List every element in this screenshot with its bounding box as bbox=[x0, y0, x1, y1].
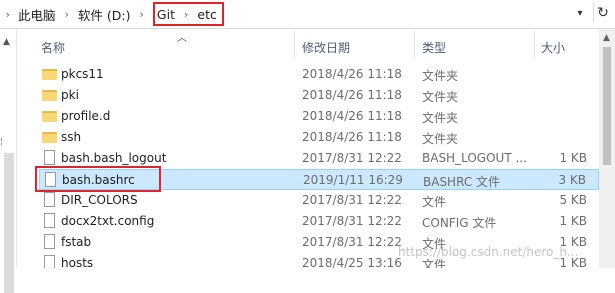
folder-icon bbox=[42, 111, 57, 122]
file-type: 文件夹 bbox=[422, 69, 459, 83]
nav-scrollbar-thumb[interactable] bbox=[4, 153, 14, 293]
folder-icon bbox=[42, 69, 57, 80]
breadcrumb-separator-icon[interactable]: › bbox=[65, 8, 69, 21]
file-type: 文件夹 bbox=[422, 132, 459, 146]
file-modified: 2018/4/26 11:18 bbox=[302, 130, 402, 144]
file-size: 1 KB bbox=[559, 256, 587, 268]
file-modified: 2018/4/26 11:18 bbox=[302, 109, 402, 123]
file-name: profile.d bbox=[61, 109, 111, 123]
breadcrumb-item-etc[interactable]: etc bbox=[197, 7, 216, 22]
column-header: ︿ 名称 修改日期 类型 大小 bbox=[17, 29, 599, 61]
file-icon bbox=[44, 213, 55, 228]
file-type: BASHRC 文件 bbox=[423, 175, 501, 189]
file-modified: 2017/8/31 12:22 bbox=[302, 193, 402, 207]
file-row[interactable]: bash.bash_logout 2017/8/31 12:22 BASH_LO… bbox=[39, 148, 599, 169]
file-type: BASH_LOGOUT ... bbox=[422, 151, 527, 165]
column-divider[interactable] bbox=[294, 31, 295, 59]
file-modified: 2018/4/26 11:18 bbox=[302, 88, 402, 102]
file-size: 3 KB bbox=[558, 173, 586, 187]
nav-pin-icon: ¦ bbox=[0, 137, 4, 147]
breadcrumb: › 此电脑 › 软件 (D:) › Git › etc bbox=[0, 0, 224, 28]
folder-icon bbox=[42, 90, 57, 101]
column-modified-header[interactable]: 修改日期 bbox=[302, 39, 350, 56]
breadcrumb-overflow-chevron-icon[interactable]: › bbox=[0, 8, 10, 21]
file-row[interactable]: ssh 2018/4/26 11:18 文件夹 bbox=[39, 127, 599, 148]
breadcrumb-separator-icon[interactable]: › bbox=[184, 8, 188, 21]
scroll-up-icon[interactable]: ▲ bbox=[603, 33, 610, 43]
column-divider[interactable] bbox=[534, 31, 535, 59]
file-size: 1 KB bbox=[559, 235, 587, 249]
sort-ascending-icon: ︿ bbox=[177, 33, 187, 44]
file-size: 5 KB bbox=[559, 193, 587, 207]
breadcrumb-item-git[interactable]: Git bbox=[157, 7, 175, 22]
refresh-icon[interactable]: ↻ bbox=[593, 4, 612, 22]
file-modified: 2017/8/31 12:22 bbox=[302, 235, 402, 249]
file-row[interactable]: DIR_COLORS 2017/8/31 12:22 文件 5 KB bbox=[39, 190, 599, 211]
file-type: 文件 bbox=[422, 195, 447, 209]
folder-icon bbox=[42, 132, 57, 143]
file-name: pki bbox=[61, 88, 79, 102]
file-modified: 2019/1/11 16:29 bbox=[303, 173, 403, 187]
file-name: docx2txt.config bbox=[61, 214, 155, 228]
file-size: 1 KB bbox=[559, 151, 587, 165]
file-list: pkcs11 2018/4/26 11:18 文件夹 pki 2018/4/26… bbox=[17, 61, 599, 268]
file-row-selected[interactable]: bash.bashrc 2019/1/11 16:29 BASHRC 文件 3 … bbox=[39, 169, 599, 190]
column-divider[interactable] bbox=[414, 31, 415, 59]
file-icon bbox=[44, 234, 55, 249]
file-name: pkcs11 bbox=[61, 67, 104, 81]
address-history-chevron-down-icon[interactable]: ▾ bbox=[573, 6, 587, 22]
file-type: 文件 bbox=[422, 258, 447, 268]
file-name: bash.bashrc bbox=[62, 173, 135, 187]
file-type: 文件夹 bbox=[422, 111, 459, 125]
file-modified: 2018/4/25 13:16 bbox=[302, 256, 402, 268]
breadcrumb-item-this-pc[interactable]: 此电脑 bbox=[18, 5, 56, 24]
column-type-header[interactable]: 类型 bbox=[422, 39, 446, 56]
file-icon bbox=[45, 172, 56, 187]
vertical-scrollbar[interactable]: ▲ bbox=[599, 29, 615, 268]
file-modified: 2017/8/31 12:22 bbox=[302, 151, 402, 165]
column-size-header[interactable]: 大小 bbox=[541, 39, 565, 56]
nav-scroll-up-icon[interactable]: ▲ bbox=[3, 37, 10, 47]
file-type: CONFIG 文件 bbox=[422, 216, 497, 230]
file-name: hosts bbox=[61, 256, 94, 268]
column-name-header[interactable]: 名称 bbox=[41, 39, 65, 56]
file-icon bbox=[44, 150, 55, 165]
file-type: 文件 bbox=[422, 237, 447, 251]
file-modified: 2018/4/26 11:18 bbox=[302, 67, 402, 81]
file-name: ssh bbox=[61, 130, 82, 144]
file-row[interactable]: profile.d 2018/4/26 11:18 文件夹 bbox=[39, 106, 599, 127]
address-bar[interactable]: › 此电脑 › 软件 (D:) › Git › etc ▾ ↻ bbox=[0, 0, 615, 29]
navigation-pane[interactable]: ▲ ¦ bbox=[0, 29, 17, 293]
file-row[interactable]: hosts 2018/4/25 13:16 文件 1 KB bbox=[39, 253, 599, 268]
file-row[interactable]: pki 2018/4/26 11:18 文件夹 bbox=[39, 85, 599, 106]
file-name: fstab bbox=[61, 235, 92, 249]
file-size: 1 KB bbox=[559, 214, 587, 228]
file-name: bash.bash_logout bbox=[61, 151, 167, 165]
file-modified: 2017/8/31 12:22 bbox=[302, 214, 402, 228]
file-row[interactable]: docx2txt.config 2017/8/31 12:22 CONFIG 文… bbox=[39, 211, 599, 232]
file-type: 文件夹 bbox=[422, 90, 459, 104]
file-icon bbox=[44, 192, 55, 207]
breadcrumb-item-drive-d[interactable]: 软件 (D:) bbox=[78, 5, 131, 24]
file-row[interactable]: pkcs11 2018/4/26 11:18 文件夹 bbox=[39, 64, 599, 85]
breadcrumb-separator-icon[interactable]: › bbox=[140, 8, 144, 21]
breadcrumb-highlight: Git › etc bbox=[152, 2, 224, 26]
scrollbar-thumb[interactable] bbox=[603, 47, 611, 165]
file-icon bbox=[44, 255, 55, 268]
file-row[interactable]: fstab 2017/8/31 12:22 文件 1 KB bbox=[39, 232, 599, 253]
file-name: DIR_COLORS bbox=[61, 193, 138, 207]
